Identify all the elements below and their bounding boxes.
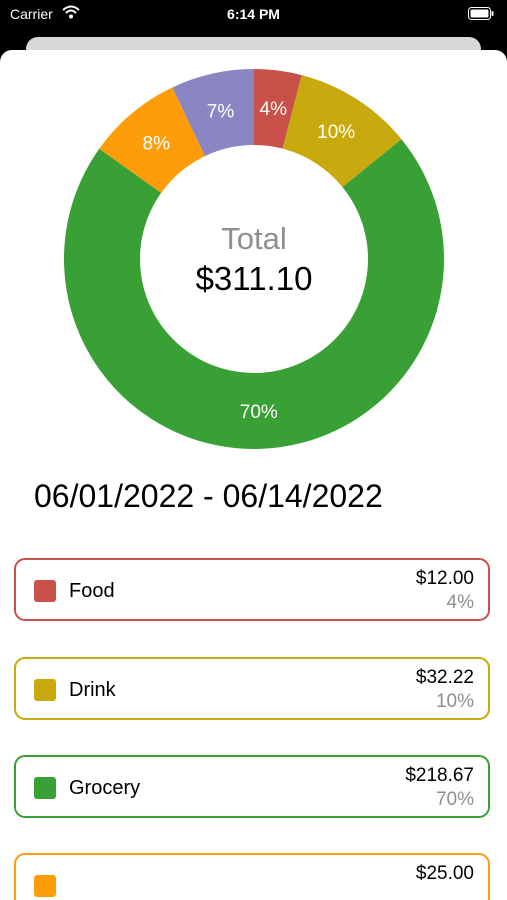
category-name: Food xyxy=(69,580,115,602)
category-percent: 10% xyxy=(435,691,474,712)
donut-slice-label-0: 4% xyxy=(260,99,288,120)
category-percent: 4% xyxy=(446,592,474,613)
category-swatch xyxy=(34,580,56,602)
category-swatch xyxy=(34,777,56,799)
total-value: $311.10 xyxy=(196,260,313,297)
donut-slice-label-1: 10% xyxy=(317,122,355,143)
category-swatch xyxy=(34,875,56,897)
status-bar: Carrier 6:14 PM xyxy=(0,0,507,30)
summary-sheet: 4% 10% 70% 8% 7% Total $311.10 06/01/2022 - … xyxy=(0,50,507,900)
donut-slice-label-3: 8% xyxy=(143,134,171,155)
donut-chart: 4% 10% 70% 8% 7% Total $311.10 xyxy=(64,69,445,449)
date-range: 06/01/2022 - 06/14/2022 xyxy=(34,478,383,514)
total-label: Total xyxy=(221,221,286,256)
category-amount: $218.67 xyxy=(405,765,474,786)
category-row-food[interactable]: Food $12.00 4% xyxy=(14,558,490,621)
category-amount: $12.00 xyxy=(415,568,474,589)
status-time: 6:14 PM xyxy=(227,6,280,22)
donut-slice-label-4: 7% xyxy=(207,102,235,123)
category-amount: $32.22 xyxy=(415,667,474,688)
category-amount: $25.00 xyxy=(415,863,474,884)
category-swatch xyxy=(34,679,56,701)
category-percent: 70% xyxy=(435,789,474,810)
category-row-partial[interactable]: $25.00 xyxy=(14,853,490,900)
category-row-drink[interactable]: Drink $32.22 10% xyxy=(14,657,490,720)
donut-slice-label-2: 70% xyxy=(240,402,278,423)
category-row-grocery[interactable]: Grocery $218.67 70% xyxy=(14,755,490,818)
category-name: Drink xyxy=(69,679,116,701)
category-name: Grocery xyxy=(69,777,141,799)
battery-icon xyxy=(468,7,494,23)
